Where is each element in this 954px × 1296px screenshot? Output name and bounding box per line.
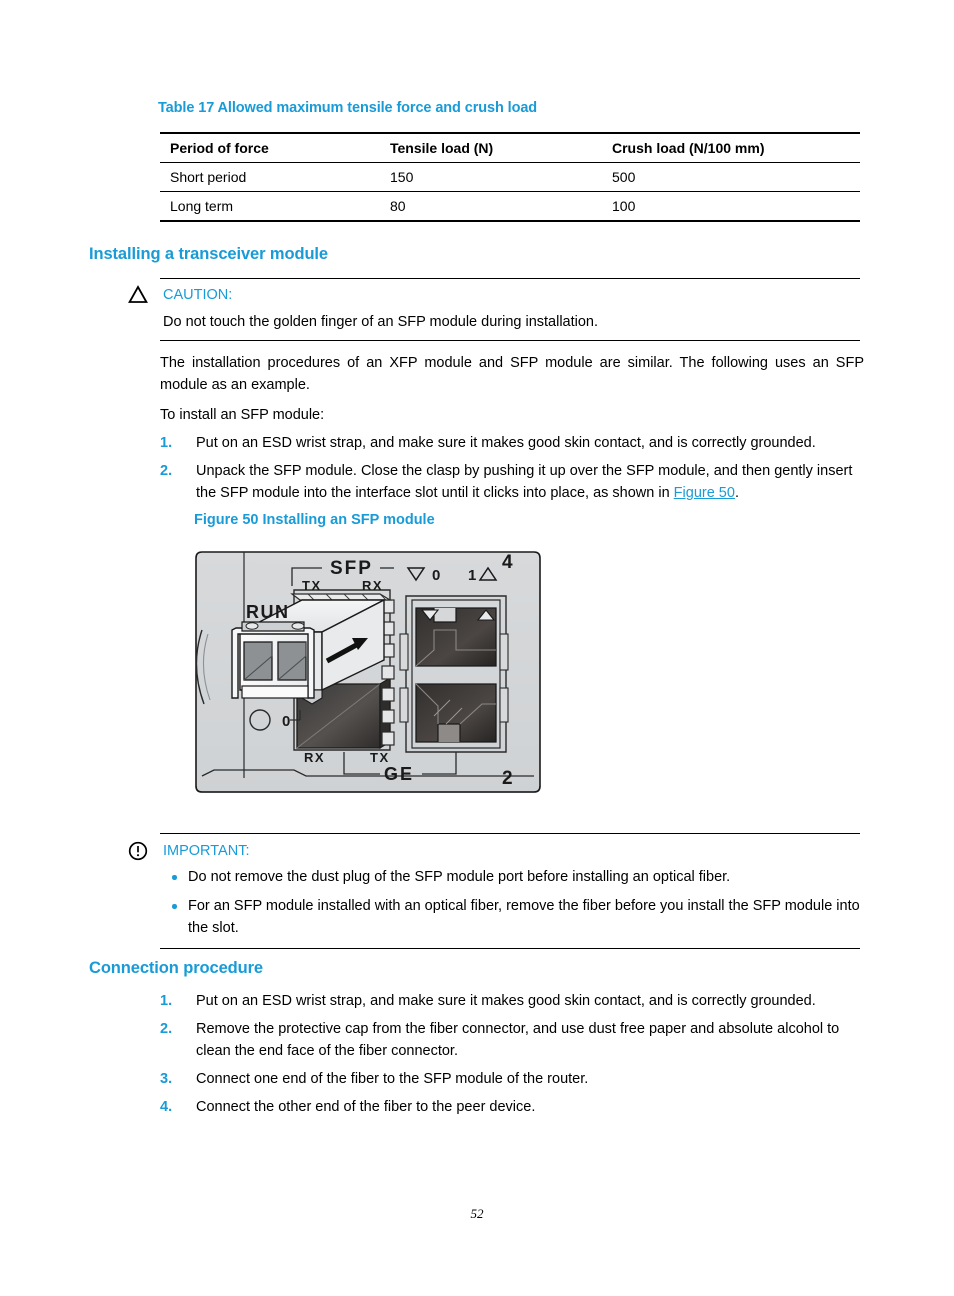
step-number: 1. bbox=[160, 435, 173, 451]
caution-label: CAUTION: bbox=[163, 287, 233, 303]
document-page: Table 17 Allowed maximum tensile force a… bbox=[0, 0, 954, 1296]
figure-label-run: RUN bbox=[246, 602, 290, 622]
list-item: 4. Connect the other end of the fiber to… bbox=[160, 1096, 866, 1118]
figure-50-link[interactable]: Figure 50 bbox=[674, 485, 735, 501]
step-text: Unpack the SFP module. Close the clasp b… bbox=[160, 460, 866, 504]
section-heading-connection-procedure: Connection procedure bbox=[89, 959, 264, 977]
figure-label-port-4: 4 bbox=[502, 552, 513, 573]
step-text: Connect the other end of the fiber to th… bbox=[196, 1099, 536, 1115]
table-cell-tensile: 150 bbox=[380, 162, 602, 192]
list-item: 2. Unpack the SFP module. Close the clas… bbox=[160, 460, 866, 504]
step-text: Remove the protective cap from the fiber… bbox=[196, 1021, 840, 1059]
important-header: IMPORTANT: bbox=[128, 841, 860, 861]
section-heading-installing-transceiver: Installing a transceiver module bbox=[89, 245, 328, 263]
step-text: Put on an ESD wrist strap, and make sure… bbox=[196, 435, 816, 451]
list-item: 3. Connect one end of the fiber to the S… bbox=[160, 1068, 866, 1090]
step-number: 2. bbox=[160, 1021, 173, 1037]
figure-label-ge: GE bbox=[384, 764, 414, 784]
step-number: 1. bbox=[160, 993, 173, 1009]
step-text-before-link: Unpack the SFP module. Close the clasp b… bbox=[196, 463, 853, 501]
paragraph-to-install: To install an SFP module: bbox=[160, 407, 325, 423]
figure-label-zero-left: 0 bbox=[282, 713, 290, 730]
table-header-period: Period of force bbox=[160, 132, 380, 163]
figure-label-rx-top: RX bbox=[362, 578, 383, 593]
figure-label-port-2: 2 bbox=[502, 768, 513, 789]
paragraph-intro: The installation procedures of an XFP mo… bbox=[160, 355, 864, 393]
figure-label-tx-bottom: TX bbox=[370, 750, 390, 765]
step-text: Connect one end of the fiber to the SFP … bbox=[196, 1071, 589, 1087]
figure-label-sfp: SFP bbox=[330, 558, 373, 579]
warning-triangle-icon bbox=[128, 285, 150, 305]
list-item: For an SFP module installed with an opti… bbox=[160, 895, 860, 939]
tensile-force-table: Period of force Tensile load (N) Crush l… bbox=[160, 132, 860, 222]
sfp-module-illustration: 0 SFP TX RX RUN RX TX GE 0 1 4 2 bbox=[195, 551, 541, 793]
table-cell-period: Short period bbox=[160, 162, 380, 192]
table-header-crush: Crush load (N/100 mm) bbox=[602, 132, 860, 163]
list-item: Do not remove the dust plug of the SFP m… bbox=[160, 866, 860, 888]
figure-label-zero-top: 0 bbox=[432, 567, 440, 584]
step-number: 2. bbox=[160, 463, 173, 479]
figure-caption: Figure 50 Installing an SFP module bbox=[194, 512, 435, 528]
caution-text: Do not touch the golden finger of an SFP… bbox=[163, 314, 599, 330]
figure-label-tx-top: TX bbox=[302, 578, 322, 593]
important-note: IMPORTANT: Do not remove the dust plug o… bbox=[128, 833, 860, 949]
important-label: IMPORTANT: bbox=[163, 843, 250, 859]
important-bullet-list: Do not remove the dust plug of the SFP m… bbox=[160, 866, 860, 939]
install-steps-list: 1. Put on an ESD wrist strap, and make s… bbox=[160, 432, 866, 504]
table-cell-period: Long term bbox=[160, 191, 380, 222]
figure-label-rx-bottom: RX bbox=[304, 750, 325, 765]
connection-steps-list: 1. Put on an ESD wrist strap, and make s… bbox=[160, 990, 866, 1118]
caution-header: CAUTION: bbox=[128, 285, 860, 305]
table-title: Table 17 Allowed maximum tensile force a… bbox=[158, 100, 538, 116]
table-row: Long term 80 100 bbox=[160, 191, 860, 222]
table-row: Short period 150 500 bbox=[160, 162, 860, 192]
figure-label-port-1: 1 bbox=[468, 567, 476, 584]
step-text-after-link: . bbox=[734, 485, 739, 501]
list-item: 1. Put on an ESD wrist strap, and make s… bbox=[160, 990, 866, 1012]
table-cell-crush: 100 bbox=[602, 191, 860, 222]
table-header-row: Period of force Tensile load (N) Crush l… bbox=[160, 132, 860, 163]
exclamation-circle-icon bbox=[128, 841, 150, 861]
step-number: 3. bbox=[160, 1071, 173, 1087]
table-cell-tensile: 80 bbox=[380, 191, 602, 222]
page-number: 52 bbox=[470, 1206, 484, 1221]
table-header-tensile: Tensile load (N) bbox=[380, 132, 602, 163]
step-text: Put on an ESD wrist strap, and make sure… bbox=[196, 993, 816, 1009]
table-cell-crush: 500 bbox=[602, 162, 860, 192]
list-item: 1. Put on an ESD wrist strap, and make s… bbox=[160, 432, 866, 454]
caution-note: CAUTION: Do not touch the golden finger … bbox=[128, 278, 860, 341]
figure-sfp-module-installation: 0 SFP TX RX RUN RX TX GE 0 1 4 2 bbox=[194, 538, 544, 810]
list-item: 2. Remove the protective cap from the fi… bbox=[160, 1018, 866, 1062]
step-number: 4. bbox=[160, 1099, 173, 1115]
